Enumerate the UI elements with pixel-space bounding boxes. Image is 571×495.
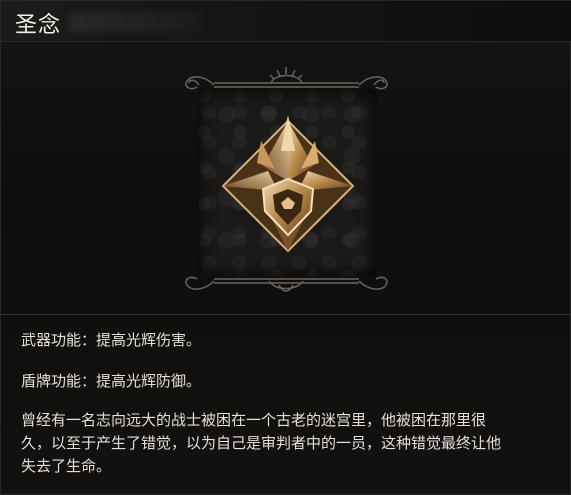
lore-text: 曾经有一名志向远大的战士被困在一个古老的迷宫里，他被困在那里很 久，以至于产生了… <box>21 411 502 475</box>
item-detail-panel: 圣念 武器功能：提高光辉伤害。 盾牌功能：提高光辉防御。 曾经有一名志向远大的战… <box>0 0 571 495</box>
redacted-title-suffix <box>69 12 201 32</box>
holy-crystal-rune-icon <box>221 115 355 253</box>
title-bar: 圣念 <box>1 1 571 42</box>
divider <box>1 314 571 315</box>
item-description: 武器功能：提高光辉伤害。 盾牌功能：提高光辉防御。 曾经有一名志向远大的战士被困… <box>21 329 556 478</box>
shield-function-text: 盾牌功能：提高光辉防御。 <box>21 372 202 390</box>
weapon-function-text: 武器功能：提高光辉伤害。 <box>21 331 202 349</box>
item-title: 圣念 <box>15 13 62 38</box>
